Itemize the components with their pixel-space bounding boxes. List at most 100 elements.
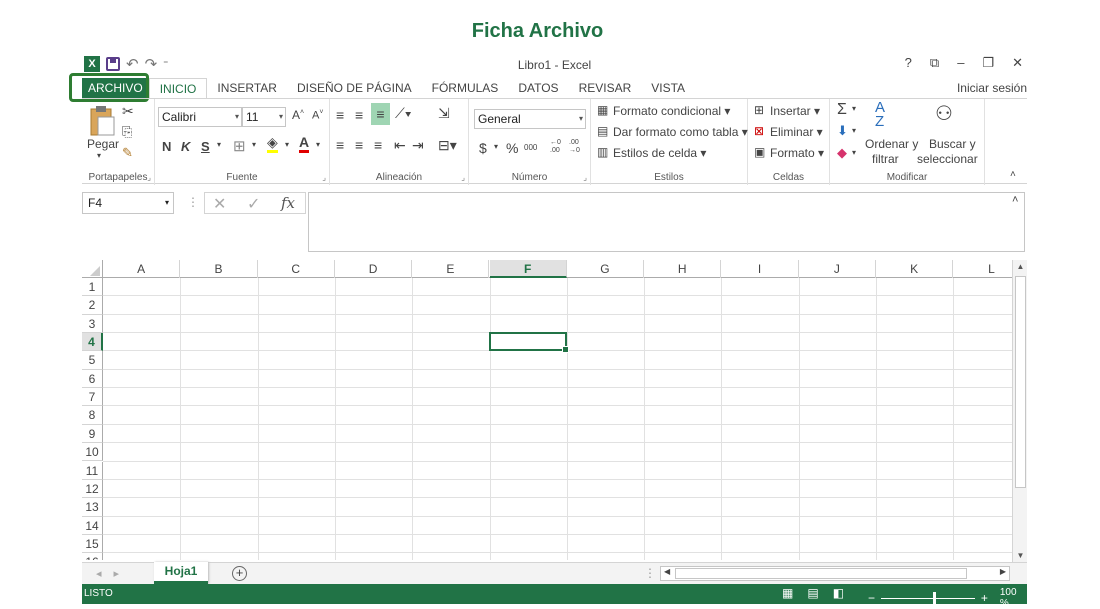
scroll-down-icon[interactable]: ▼ [1013, 551, 1028, 560]
close-icon[interactable]: ✕ [1012, 55, 1023, 71]
underline-dropdown-icon[interactable]: ▾ [217, 140, 221, 149]
borders-icon[interactable]: ⊞ [233, 137, 246, 155]
increase-decimal-button[interactable]: ←0 .00 [550, 139, 566, 155]
row-header[interactable]: 6 [82, 369, 103, 389]
sort-filter-icon[interactable]: AZ [875, 100, 885, 129]
column-header[interactable]: F [489, 260, 567, 278]
wrap-text-icon[interactable]: ⇲ [438, 105, 450, 122]
vertical-scroll-thumb[interactable] [1015, 276, 1026, 488]
enter-icon[interactable]: ✓ [247, 194, 260, 214]
row-header[interactable]: 7 [82, 388, 103, 407]
format-as-table-button[interactable]: Dar formato como tabla ▾ [613, 125, 748, 139]
row-header[interactable]: 5 [82, 351, 103, 370]
fill-icon[interactable]: ⬇ [837, 123, 848, 139]
bold-button[interactable]: N [162, 139, 171, 154]
tab-vista[interactable]: VISTA [641, 78, 695, 98]
shrink-font-icon[interactable]: A˅ [312, 109, 323, 122]
horizontal-scroll-thumb[interactable] [675, 568, 967, 579]
percent-button[interactable]: % [506, 140, 518, 156]
conditional-format-button[interactable]: Formato condicional ▾ [613, 104, 730, 118]
column-header[interactable]: K [876, 260, 954, 278]
name-box[interactable]: F4 ▾ [82, 192, 174, 214]
row-header[interactable]: 10 [82, 443, 103, 462]
row-header[interactable]: 15 [82, 534, 103, 554]
column-header[interactable]: E [412, 260, 490, 278]
normal-view-icon[interactable]: ▦ [782, 586, 793, 600]
collapse-formula-bar-icon[interactable]: ˄ [1012, 194, 1018, 206]
tab-revisar[interactable]: REVISAR [569, 78, 642, 98]
scroll-right-icon[interactable]: ▶ [1000, 567, 1006, 576]
ribbon-display-options-icon[interactable]: ⧉ [930, 55, 939, 71]
find-select-label-2[interactable]: seleccionar [917, 152, 978, 166]
font-color-dropdown-icon[interactable]: ▾ [316, 140, 320, 149]
row-header[interactable]: 2 [82, 296, 103, 315]
row-header[interactable]: 3 [82, 314, 103, 334]
tab-formulas[interactable]: FÓRMULAS [422, 78, 509, 98]
zoom-slider-knob[interactable] [933, 591, 937, 604]
zoom-slider[interactable] [881, 591, 975, 604]
currency-dropdown-icon[interactable]: ▾ [494, 142, 498, 151]
cancel-icon[interactable]: ✕ [213, 194, 226, 214]
cell-styles-button[interactable]: Estilos de celda ▾ [613, 146, 706, 160]
formula-input[interactable] [308, 192, 1025, 252]
select-all-corner[interactable] [82, 260, 103, 278]
horizontal-scrollbar[interactable]: ◀ ▶ [660, 566, 1010, 581]
format-painter-icon[interactable]: ✎ [122, 145, 133, 161]
decrease-decimal-button[interactable]: .00 →0 [569, 139, 585, 155]
number-launcher-icon[interactable]: ⌟ [583, 173, 587, 182]
cut-icon[interactable]: ✂ [122, 103, 134, 120]
align-right-icon[interactable]: ≡ [374, 137, 382, 153]
find-select-label-1[interactable]: Buscar y [929, 137, 976, 151]
paste-dropdown-icon[interactable]: ▾ [97, 151, 101, 160]
collapse-ribbon-icon[interactable]: ˄ [1010, 169, 1016, 180]
column-header[interactable]: B [180, 260, 258, 278]
sort-filter-label-2[interactable]: filtrar [872, 152, 899, 166]
binoculars-icon[interactable]: ⚇ [935, 101, 953, 126]
row-header[interactable]: 8 [82, 406, 103, 425]
scroll-up-icon[interactable]: ▲ [1013, 262, 1028, 271]
font-launcher-icon[interactable]: ⌟ [322, 173, 326, 182]
tab-insertar[interactable]: INSERTAR [207, 78, 287, 98]
row-header[interactable]: 1 [82, 278, 103, 297]
row-header[interactable]: 4 [82, 333, 103, 352]
increase-indent-icon[interactable]: ⇥ [412, 137, 424, 154]
decrease-indent-icon[interactable]: ⇤ [394, 137, 406, 154]
row-header[interactable]: 12 [82, 479, 103, 499]
page-layout-view-icon[interactable]: ▤ [807, 586, 818, 600]
font-name-select[interactable]: Calibri ▾ [158, 107, 242, 127]
row-header[interactable]: 13 [82, 498, 103, 517]
zoom-level[interactable]: 100 % [1000, 587, 1027, 609]
column-header[interactable]: H [644, 260, 722, 278]
autosum-icon[interactable]: Σ [837, 101, 847, 119]
sheet-tab[interactable]: Hoja1 [154, 562, 208, 584]
orientation-icon[interactable]: ⟋▾ [395, 105, 412, 122]
clear-dropdown-icon[interactable]: ▾ [852, 148, 856, 157]
help-icon[interactable]: ? [905, 55, 912, 71]
vertical-scrollbar[interactable]: ▲ ▼ [1012, 260, 1027, 562]
scroll-left-icon[interactable]: ◀ [664, 567, 670, 576]
row-header[interactable]: 9 [82, 424, 103, 444]
format-cells-button[interactable]: Formato ▾ [770, 146, 824, 160]
column-header[interactable]: C [258, 260, 335, 278]
borders-dropdown-icon[interactable]: ▾ [252, 140, 256, 149]
underline-button[interactable]: S [201, 139, 210, 154]
tab-diseno-pagina[interactable]: DISEÑO DE PÁGINA [287, 78, 422, 98]
fill-dropdown-icon[interactable]: ▾ [852, 126, 856, 135]
thousands-button[interactable]: 000 [524, 143, 537, 152]
autosum-dropdown-icon[interactable]: ▾ [852, 104, 856, 113]
sign-in-link[interactable]: Iniciar sesión [957, 78, 1027, 98]
alignment-launcher-icon[interactable]: ⌟ [461, 173, 465, 182]
column-header[interactable]: G [567, 260, 645, 278]
paste-label[interactable]: Pegar [87, 137, 119, 151]
sheet-nav-arrows[interactable]: ◂▸ [96, 567, 131, 580]
column-header[interactable]: J [799, 260, 876, 278]
tab-split-grip-icon[interactable]: ⋮ [644, 566, 656, 580]
column-header[interactable]: I [721, 260, 799, 278]
insert-cells-button[interactable]: Insertar ▾ [770, 104, 820, 118]
copy-icon[interactable]: ⎘ [122, 124, 132, 140]
clear-icon[interactable]: ◆ [837, 145, 847, 161]
align-top-icon[interactable]: ≡ [336, 107, 344, 123]
italic-button[interactable]: K [181, 139, 190, 154]
row-header[interactable]: 16 [82, 553, 103, 560]
column-header[interactable]: A [103, 260, 181, 278]
